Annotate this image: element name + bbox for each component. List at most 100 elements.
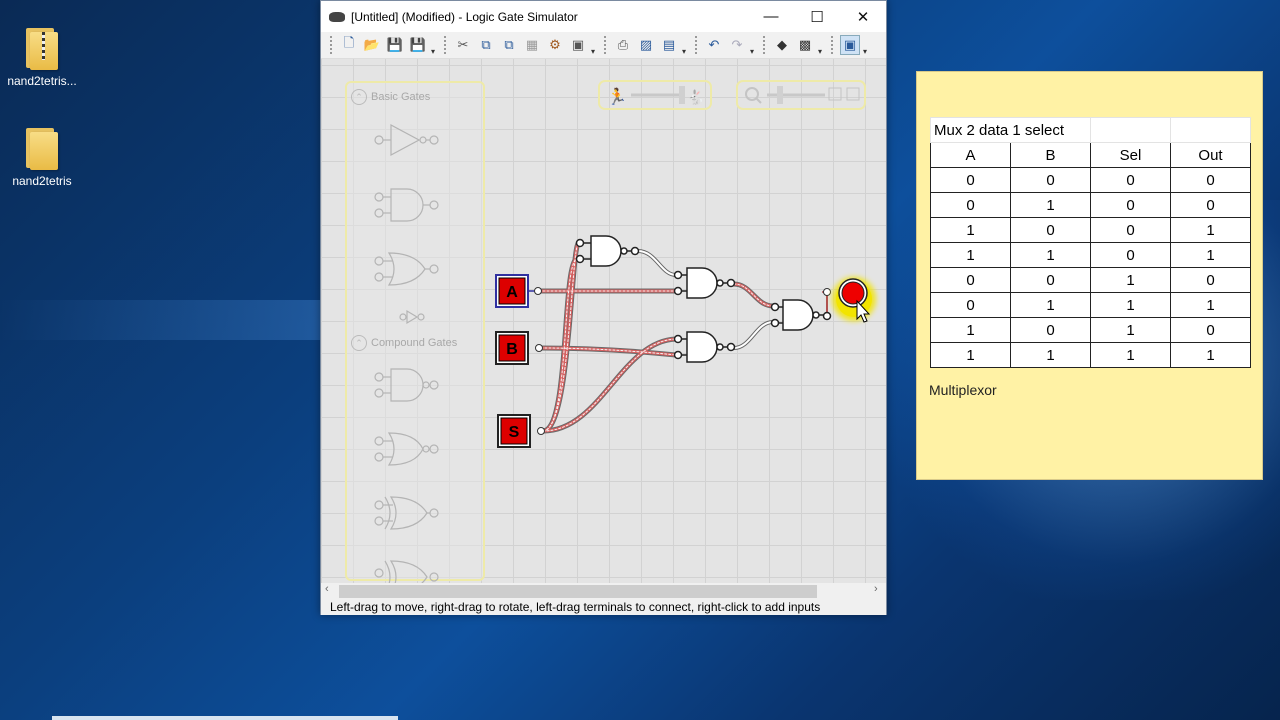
table-cell: 1 [930,217,1011,243]
table-row: 0000 [930,167,1251,193]
table-cell: 1 [1090,292,1171,318]
cut-icon[interactable]: ✂ [453,35,473,55]
desktop-icon-zip[interactable]: nand2tetris... [2,26,82,88]
desktop-icon-folder[interactable]: nand2tetris [2,126,82,188]
table-row: 1001 [930,217,1251,243]
scrollbar-thumb[interactable] [339,585,817,598]
desktop-icon-label: nand2tetris [12,174,72,188]
input-s[interactable]: S [497,414,545,448]
table-cell: 0 [1010,167,1091,193]
sticky-note[interactable]: Mux 2 data 1 select A B Sel Out 0000 010… [916,71,1263,480]
table-cell: 1 [1010,242,1091,268]
toolbar-grip[interactable] [444,36,447,54]
chevron-down-icon[interactable]: ▾ [682,47,689,58]
table-cell: 0 [1170,167,1251,193]
save-all-icon[interactable]: 💾 [408,35,428,55]
table-cell: 0 [930,192,1011,218]
run-icon[interactable]: ◆ [772,35,792,55]
settings-icon[interactable]: ⚙ [545,35,565,55]
input-b-label: B [506,341,518,358]
new-icon[interactable]: 🗋 [339,35,359,55]
taskbar-edge [52,716,398,720]
clear-icon[interactable]: ▦ [522,35,542,55]
window-title: [Untitled] (Modified) - Logic Gate Simul… [351,9,578,24]
toolbar-grip[interactable] [831,36,834,54]
desktop-icon-label: nand2tetris... [7,74,77,88]
table-cell: 0 [1010,267,1091,293]
status-bar: Left-drag to move, right-drag to rotate,… [321,600,886,615]
toolbar-grip[interactable] [695,36,698,54]
table-cell: 1 [1170,217,1251,243]
column-header: Out [1170,142,1251,168]
column-header: A [930,142,1011,168]
table-cell: 1 [1090,317,1171,343]
table-cell: 0 [1090,192,1171,218]
save-icon[interactable]: 💾 [385,35,405,55]
table-cell: 0 [1090,167,1171,193]
table-cell: 1 [1010,292,1091,318]
print-icon[interactable]: ⎙ [613,35,633,55]
table-cell: 0 [1170,267,1251,293]
chevron-down-icon[interactable]: ▾ [750,47,757,58]
chevron-down-icon[interactable]: ▾ [863,47,870,58]
minimize-button[interactable]: — [748,1,794,32]
input-b[interactable]: B [495,331,543,365]
truth-table-caption: Mux 2 data 1 select [930,117,1091,143]
wires [536,240,828,434]
image-export-icon[interactable]: ▣ [568,35,588,55]
input-s-label: S [509,424,520,441]
table-row: 0100 [930,192,1251,218]
table-icon[interactable]: ▤ [659,35,679,55]
table-cell: 1 [1170,292,1251,318]
scroll-right-icon[interactable]: › [874,583,878,595]
toolbar-grip[interactable] [604,36,607,54]
input-a[interactable]: A [495,274,542,308]
table-cell: 0 [1090,242,1171,268]
redo-icon[interactable]: ↷ [727,35,747,55]
table-cell: 1 [1170,242,1251,268]
toolbar-grip[interactable] [763,36,766,54]
circuit-canvas[interactable]: ⌃ Basic Gates ⌃ Compound Gates 🏃 🐇 A B S [321,59,886,583]
table-cell: 1 [930,342,1011,368]
note-label: Multiplexor [929,382,997,398]
nand-gate-4[interactable] [770,299,832,331]
table-cell: 0 [1010,217,1091,243]
nand-gate-2[interactable] [673,267,736,299]
table-cell: 1 [1090,342,1171,368]
open-icon[interactable]: 📂 [362,35,382,55]
circuit-diagram[interactable]: A B S [321,59,886,583]
table-cell: 0 [930,167,1011,193]
table-cell: 1 [1090,267,1171,293]
table-row: 0111 [930,292,1251,318]
toolbar: 🗋 📂 💾 💾 ▾ ✂ ⧉ ⧉ ▦ ⚙ ▣ ▾ ⎙ ▨ ▤ ▾ ↶ ↷ ▾ ◆ … [321,32,886,59]
table-cell: 0 [1170,317,1251,343]
undo-icon[interactable]: ↶ [704,35,724,55]
table-row: 1010 [930,317,1251,343]
table-cell: 0 [1010,317,1091,343]
nand-gate-1[interactable] [575,235,640,267]
close-button[interactable]: ✕ [840,1,886,32]
image-icon[interactable]: ▨ [636,35,656,55]
toolbar-grip[interactable] [330,36,333,54]
title-bar[interactable]: [Untitled] (Modified) - Logic Gate Simul… [321,1,886,32]
view-icon[interactable]: ▣ [840,35,860,55]
plugin-icon[interactable]: ▩ [795,35,815,55]
table-cell: 0 [1170,192,1251,218]
desktop-wallpaper-beam [0,300,320,340]
caption-empty-cell [1090,117,1171,143]
horizontal-scrollbar[interactable]: ‹ › [321,583,886,600]
chevron-down-icon[interactable]: ▾ [431,47,438,58]
truth-table: Mux 2 data 1 select A B Sel Out 0000 010… [930,117,1251,368]
chevron-down-icon[interactable]: ▾ [818,47,825,58]
paste-icon[interactable]: ⧉ [499,35,519,55]
chevron-down-icon[interactable]: ▾ [591,47,598,58]
table-cell: 1 [1170,342,1251,368]
copy-icon[interactable]: ⧉ [476,35,496,55]
maximize-button[interactable]: ☐ [794,1,840,32]
scroll-left-icon[interactable]: ‹ [325,583,329,595]
table-cell: 1 [1010,192,1091,218]
zip-folder-icon [24,26,60,70]
nand-gate-3[interactable] [673,331,736,363]
table-cell: 1 [930,242,1011,268]
table-row: 1111 [930,342,1251,368]
